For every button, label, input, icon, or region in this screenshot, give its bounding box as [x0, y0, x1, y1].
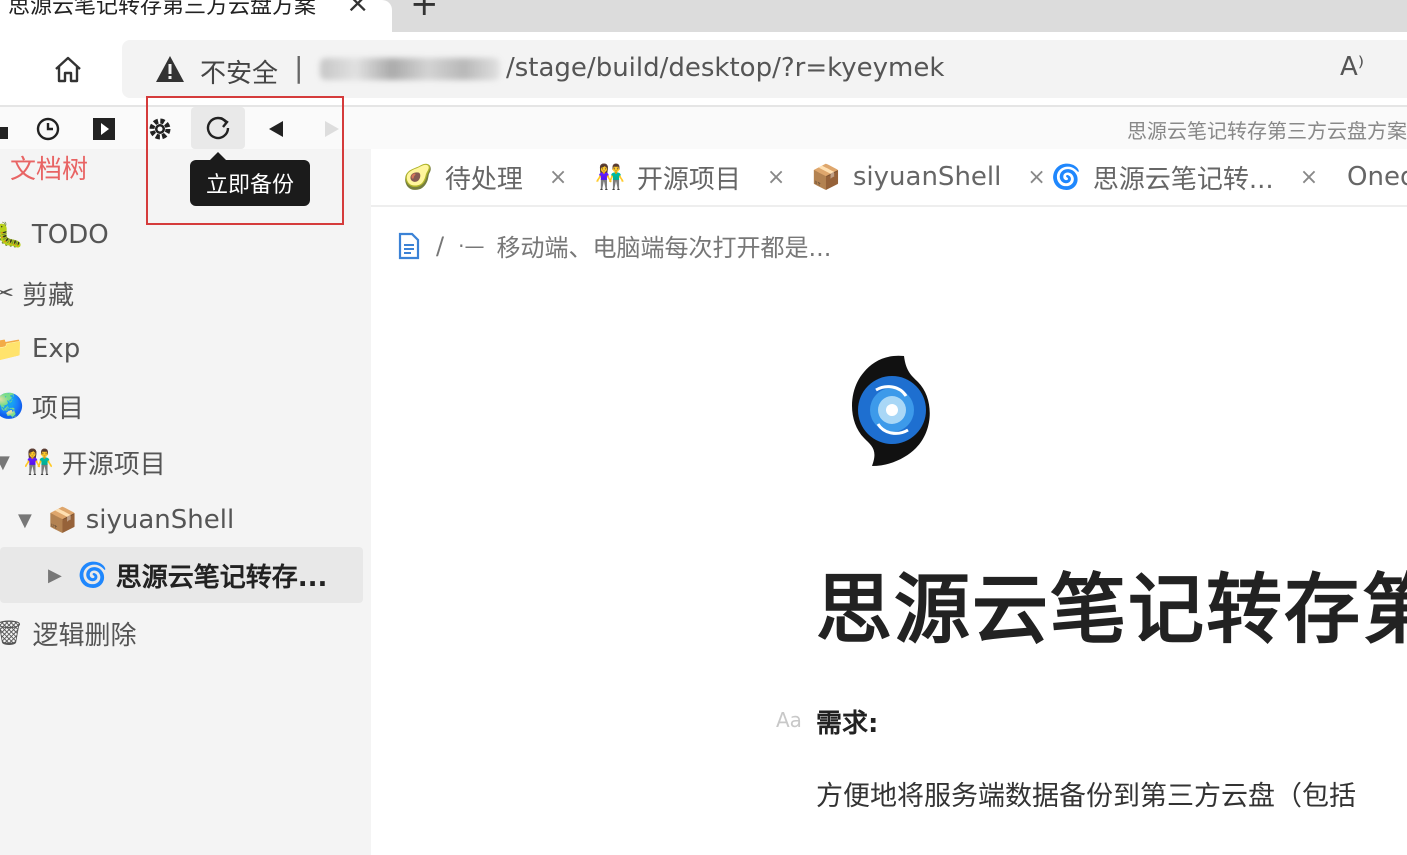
package-icon: 📦: [47, 506, 78, 534]
chevron-down-icon[interactable]: ▼: [18, 510, 32, 531]
tree-item-trash[interactable]: 🗑 逻辑删除: [0, 605, 363, 661]
tab-pending[interactable]: 🥑 待处理 ×: [403, 149, 567, 205]
cyclone-icon: 🌀: [1051, 163, 1081, 191]
editor-tab-bar: 🥑 待处理 × 👫 开源项目 × 📦 siyuanShell × 🌀 思源云笔记…: [371, 149, 1407, 207]
toolbar-doc-title: 思源云笔记转存第三方云盘方案: [1127, 119, 1407, 143]
document-title[interactable]: 思源云笔记转存第三方云盘方案: [816, 548, 1407, 658]
package-icon: 📦: [811, 163, 841, 191]
tab-label: 开源项目: [636, 164, 741, 195]
cyclone-icon: 🌀: [77, 561, 108, 589]
breadcrumb: / ·— 移动端、电脑端每次打开都是...: [396, 228, 831, 263]
tab-current-doc[interactable]: 🌀 思源云笔记转... ×: [1051, 149, 1318, 205]
tab-open-source[interactable]: 👫 开源项目 ×: [595, 149, 785, 205]
home-icon[interactable]: [48, 50, 88, 90]
close-icon[interactable]: ×: [767, 165, 785, 190]
tree-item-label: 思源云笔记转存...: [115, 562, 328, 593]
avocado-icon: 🥑: [403, 163, 433, 191]
tree-item-siyuanshell[interactable]: ▼ 📦 siyuanShell: [0, 492, 363, 548]
insecure-label[interactable]: 不安全: [200, 53, 278, 90]
new-tab-icon[interactable]: +: [410, 0, 439, 24]
chevron-right-icon[interactable]: ▶: [48, 565, 62, 586]
tree-item-label: 项目: [31, 393, 84, 424]
couple-icon: 👫: [595, 163, 625, 191]
doc-tree-sidebar: 文档树 🐛 TODO ✂ 剪藏 📁 Exp 🌏 项目 ▼ 👫 开源项目 ▼ 📦 …: [0, 149, 371, 855]
caterpillar-icon: 🐛: [0, 221, 24, 249]
tree-item-label: Exp: [31, 334, 81, 364]
browser-tab-strip: 思源云笔记转存第三方云盘方案 × +: [0, 0, 1407, 32]
heading-requirement[interactable]: 需求:: [816, 703, 878, 740]
history-icon[interactable]: [34, 115, 62, 143]
address-row: › 不安全 | /stage/build/desktop/?r=kyeymek …: [0, 32, 1407, 106]
scissors-icon: ✂: [0, 279, 15, 307]
tree-item-current-doc[interactable]: ▶ 🌀 思源云笔记转存...: [0, 547, 363, 603]
tree-item-label: 逻辑删除: [32, 620, 137, 651]
url-text[interactable]: /stage/build/desktop/?r=kyeymek: [506, 53, 944, 83]
breadcrumb-separator: /: [436, 231, 445, 260]
list-bullet-icon: ·—: [458, 233, 485, 258]
tab-label: Oned: [1347, 162, 1407, 192]
cyclone-icon[interactable]: [842, 350, 942, 470]
lock-icon[interactable]: [0, 115, 14, 143]
trash-icon: 🗑: [0, 619, 25, 647]
paragraph[interactable]: 方便地将服务端数据备份到第三方云盘（包括: [816, 774, 1356, 813]
tab-onedrive[interactable]: Oned: [1347, 149, 1407, 205]
close-icon[interactable]: ×: [549, 165, 567, 190]
tree-item-label: 开源项目: [61, 449, 166, 480]
tree-item-exp[interactable]: 📁 Exp: [0, 321, 363, 377]
blurred-host: [320, 58, 500, 80]
tab-siyuanshell[interactable]: 📦 siyuanShell ×: [811, 149, 1046, 205]
tree-item-open-source[interactable]: ▼ 👫 开源项目: [0, 434, 363, 490]
address-bar[interactable]: 不安全 | /stage/build/desktop/?r=kyeymek A⁾: [122, 40, 1407, 98]
address-separator: |: [294, 51, 304, 84]
play-icon[interactable]: [90, 115, 118, 143]
couple-icon: 👫: [23, 448, 54, 476]
tree-item-clip[interactable]: ✂ 剪藏: [0, 265, 363, 321]
document-icon[interactable]: [396, 232, 422, 260]
tree-item-label: siyuanShell: [85, 505, 235, 535]
globe-icon: 🌏: [0, 392, 24, 420]
browser-tab[interactable]: 思源云笔记转存第三方云盘方案 ×: [0, 0, 392, 32]
tree-item-label: 剪藏: [22, 280, 75, 311]
warning-icon[interactable]: [154, 54, 186, 84]
tree-item-label: TODO: [31, 220, 109, 250]
read-aloud-icon[interactable]: A⁾: [1340, 52, 1364, 82]
sidebar-title: 文档树: [10, 155, 89, 185]
tab-label: 思源云笔记转...: [1092, 164, 1274, 195]
browser-tab-close-icon[interactable]: ×: [346, 0, 369, 19]
tab-label: 待处理: [444, 164, 523, 195]
chevron-down-icon[interactable]: ▼: [0, 452, 10, 473]
browser-tab-title: 思源云笔记转存第三方云盘方案: [8, 0, 317, 19]
folder-icon: 📁: [0, 335, 24, 363]
breadcrumb-item[interactable]: 移动端、电脑端每次打开都是...: [496, 228, 831, 263]
tree-item-projects[interactable]: 🌏 项目: [0, 378, 363, 434]
close-icon[interactable]: ×: [1300, 165, 1318, 190]
tab-label: siyuanShell: [852, 162, 1002, 192]
block-type-aa[interactable]: Aa: [776, 708, 802, 732]
close-icon[interactable]: ×: [1027, 165, 1045, 190]
highlight-box: [146, 96, 344, 225]
